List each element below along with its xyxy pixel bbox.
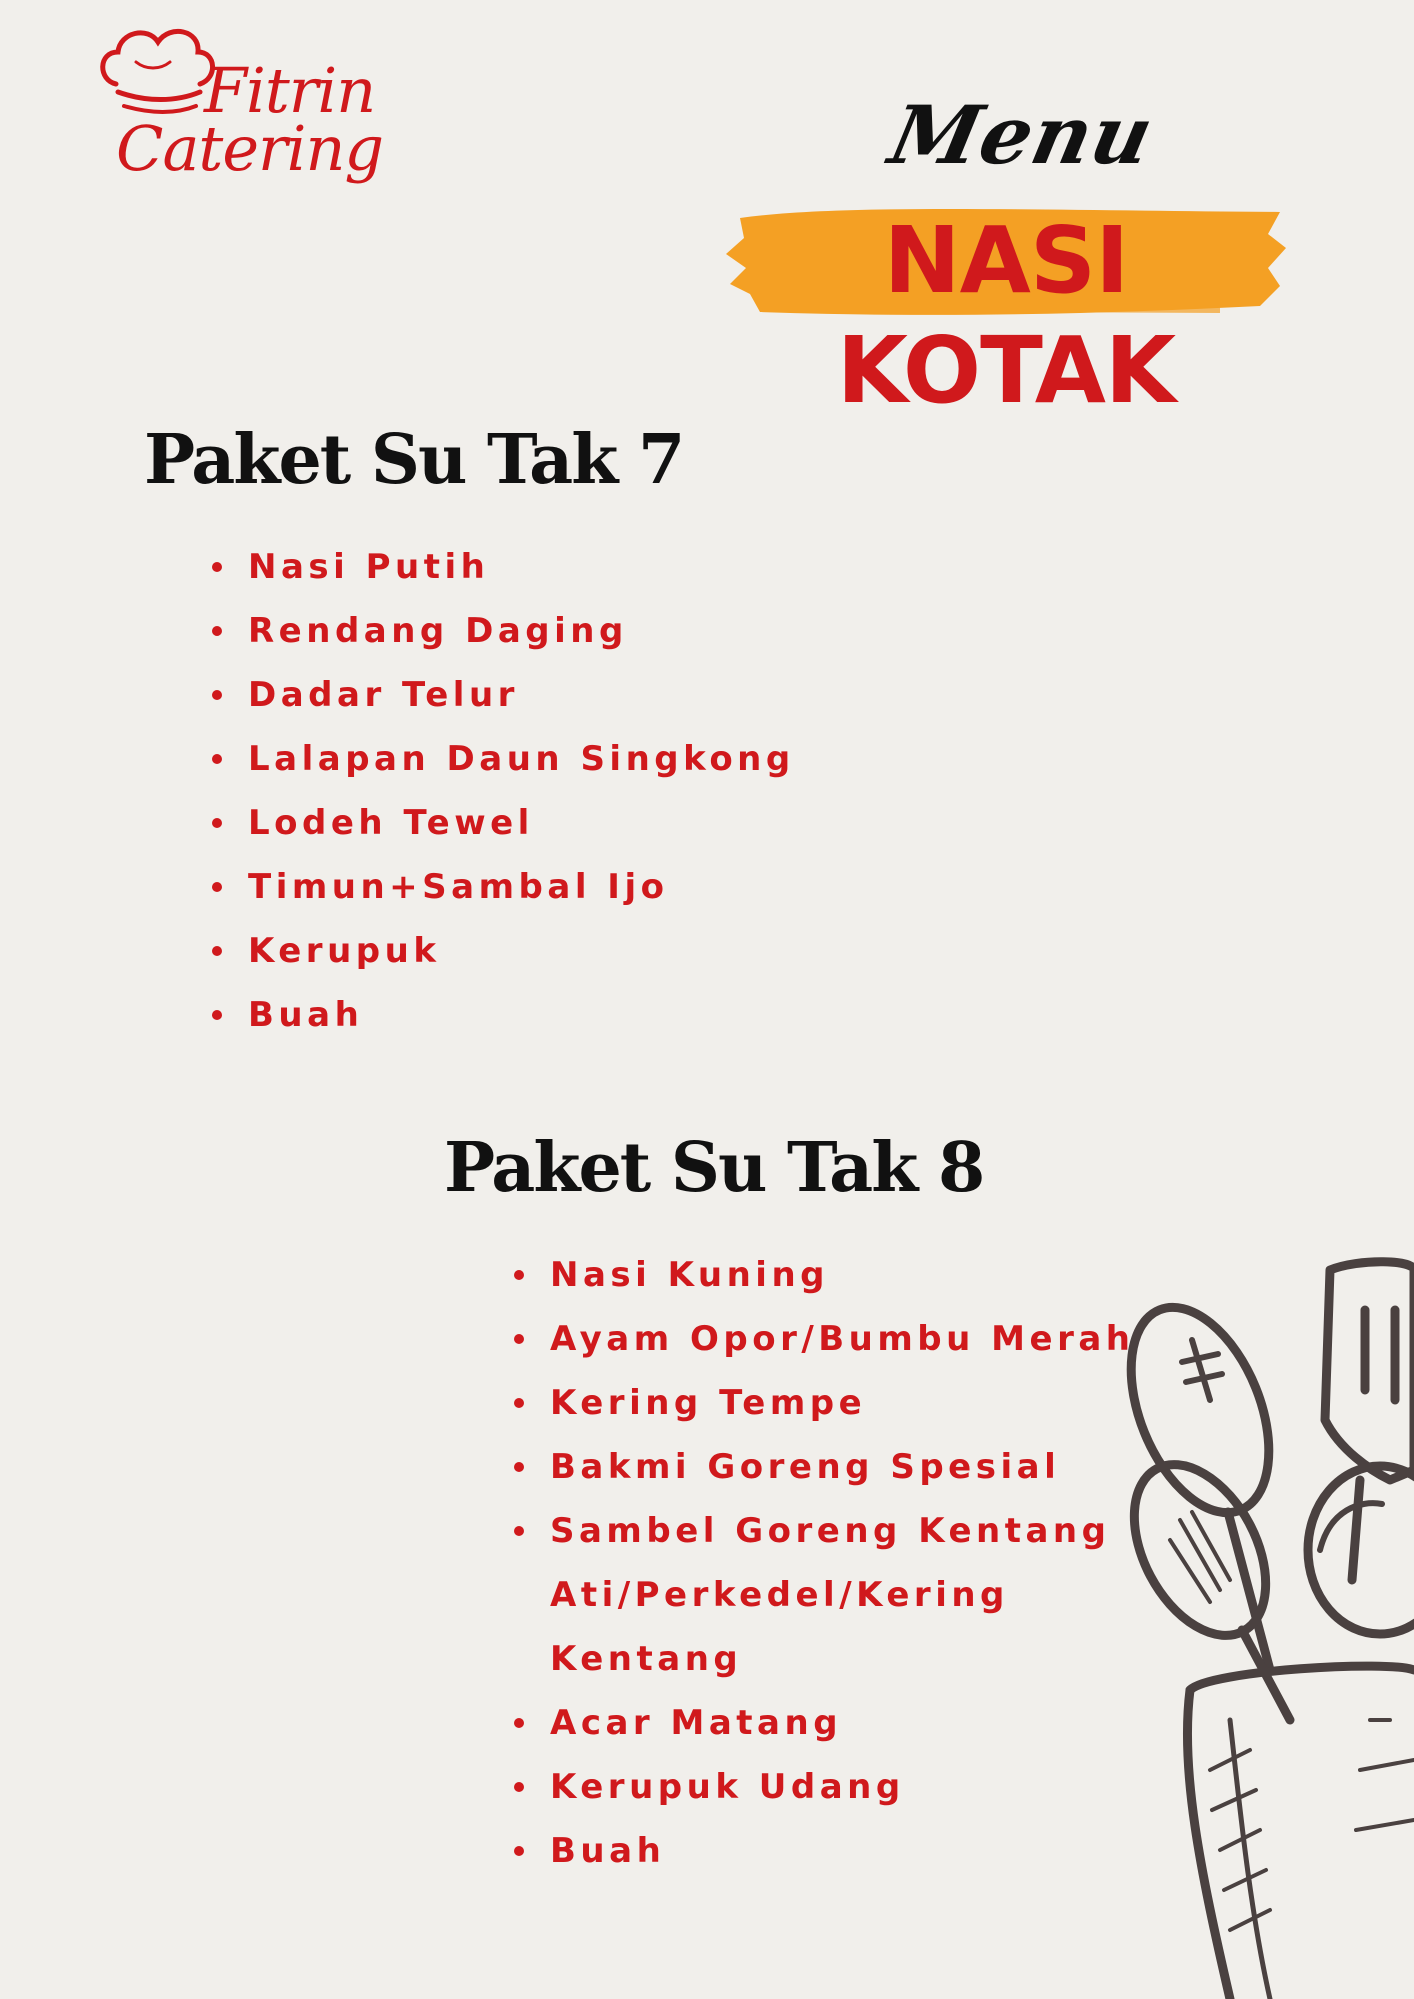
list-item: Bakmi Goreng Spesial bbox=[514, 1435, 1135, 1499]
list-item: Dadar Telur bbox=[212, 663, 795, 727]
list-item: Lalapan Daun Singkong bbox=[212, 727, 795, 791]
list-item: Acar Matang bbox=[514, 1691, 1135, 1755]
list-item-continuation: Ati/Perkedel/Kering bbox=[550, 1575, 1009, 1615]
package-item-list: Nasi Kuning Ayam Opor/Bumbu Merah Kering… bbox=[514, 1243, 1135, 1883]
list-item: Timun+Sambal Ijo bbox=[212, 855, 795, 919]
package-title: Paket Su Tak 7 bbox=[144, 420, 685, 500]
list-item: Ayam Opor/Bumbu Merah bbox=[514, 1307, 1135, 1371]
list-item: Nasi Putih bbox=[212, 535, 795, 599]
list-item: Buah bbox=[212, 983, 795, 1047]
kitchen-utensils-icon bbox=[1126, 1257, 1414, 1999]
list-item: Lodeh Tewel bbox=[212, 791, 795, 855]
package-title: Paket Su Tak 8 bbox=[444, 1128, 985, 1208]
list-item: Kerupuk bbox=[212, 919, 795, 983]
list-item: Rendang Daging bbox=[212, 599, 795, 663]
list-item: Kerupuk Udang bbox=[514, 1755, 1135, 1819]
list-item-continuation: Kentang bbox=[550, 1639, 743, 1679]
package-item-list: Nasi Putih Rendang Daging Dadar Telur La… bbox=[212, 535, 795, 1047]
brand-logo: Fitrin Catering bbox=[96, 22, 396, 202]
list-item: Sambel Goreng Kentang bbox=[514, 1499, 1135, 1563]
brand-name-line2: Catering bbox=[116, 112, 384, 185]
list-item: Buah bbox=[514, 1819, 1135, 1883]
menu-script-heading: Menu bbox=[882, 88, 1162, 182]
list-item: Nasi Kuning bbox=[514, 1243, 1135, 1307]
page-title: NASI KOTAK bbox=[836, 207, 1176, 424]
list-item: Kering Tempe bbox=[514, 1371, 1135, 1435]
